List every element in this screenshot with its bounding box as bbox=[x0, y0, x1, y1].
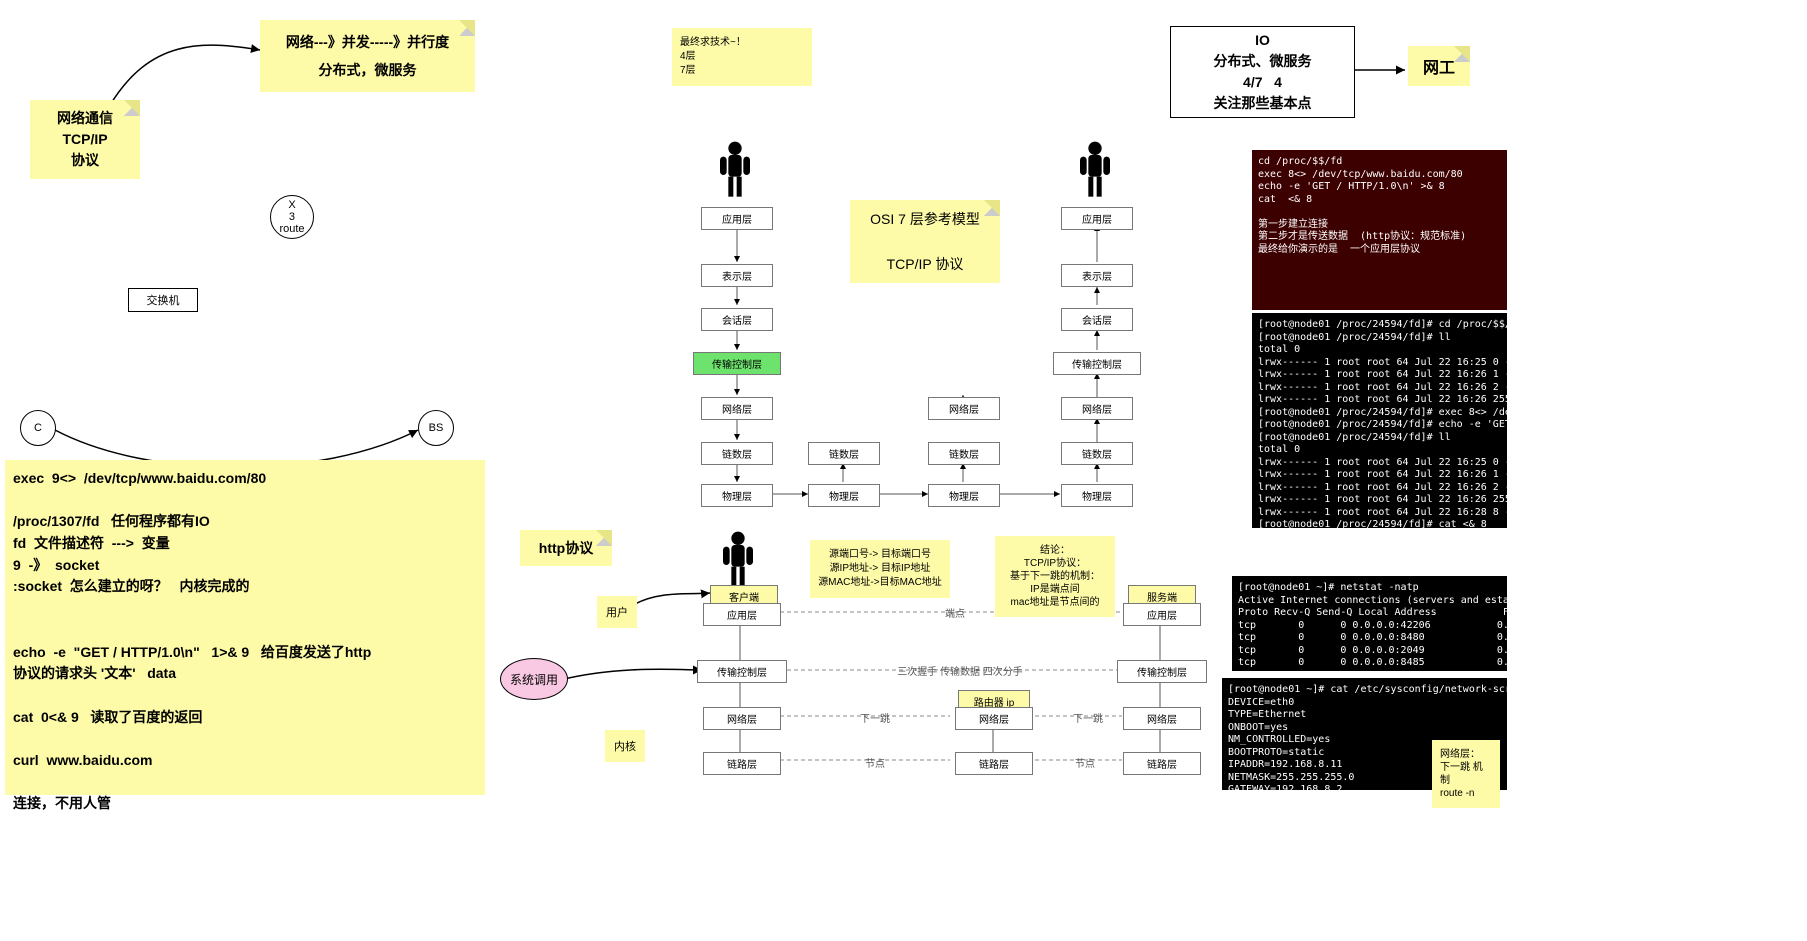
layer-pres-l[interactable]: 表示层 bbox=[701, 264, 773, 287]
note-netengineer[interactable]: 网工 bbox=[1408, 46, 1470, 86]
layer-app-l[interactable]: 应用层 bbox=[701, 207, 773, 230]
lbl-3hand: 三次握手 传输数据 四次分手 bbox=[870, 663, 1050, 678]
layer-net-m[interactable]: 网络层 bbox=[928, 397, 1000, 420]
layer-trans-r[interactable]: 传输控制层 bbox=[1053, 352, 1141, 375]
node-route[interactable]: X 3 route bbox=[270, 195, 314, 239]
layer-link-m2[interactable]: 链数层 bbox=[928, 442, 1000, 465]
layer-pres-r[interactable]: 表示层 bbox=[1061, 264, 1133, 287]
note-srcdst[interactable]: 源端口号-> 目标端口号 源IP地址-> 目标IP地址 源MAC地址->目标MA… bbox=[810, 540, 950, 598]
layer-sess-r[interactable]: 会话层 bbox=[1061, 308, 1133, 331]
layer-phys-m2[interactable]: 物理层 bbox=[928, 484, 1000, 507]
layer-link-m1[interactable]: 链数层 bbox=[808, 442, 880, 465]
cs-app-r[interactable]: 应用层 bbox=[1123, 603, 1201, 626]
node-c[interactable]: C bbox=[20, 410, 56, 446]
terminal-3[interactable]: [root@node01 ~]# netstat -natp Active In… bbox=[1232, 576, 1507, 671]
text: 分布式，微服务 bbox=[268, 56, 467, 84]
cs-net-l[interactable]: 网络层 bbox=[703, 707, 781, 730]
node-bs[interactable]: BS bbox=[418, 410, 454, 446]
lbl-nexthop-r: 下一跳 bbox=[1058, 710, 1118, 725]
cs-net-m[interactable]: 网络层 bbox=[955, 707, 1033, 730]
layer-phys-m1[interactable]: 物理层 bbox=[808, 484, 880, 507]
note-net-parallel[interactable]: 网络---》并发-----》并行度 分布式，微服务 bbox=[260, 20, 475, 92]
terminal-2[interactable]: [root@node01 /proc/24594/fd]# cd /proc/$… bbox=[1252, 313, 1507, 528]
note-conclusion[interactable]: 结论： TCP/IP协议： 基于下一跳的机制： IP是端点间 mac地址是节点间… bbox=[995, 536, 1115, 617]
layer-trans-l[interactable]: 传输控制层 bbox=[693, 352, 781, 375]
node-switch[interactable]: 交换机 bbox=[128, 288, 198, 312]
note-osi[interactable]: OSI 7 层参考模型 TCP/IP 协议 bbox=[850, 200, 1000, 283]
person-icon bbox=[715, 140, 755, 203]
note-user[interactable]: 用户 bbox=[597, 596, 637, 628]
layer-link-l[interactable]: 链数层 bbox=[701, 442, 773, 465]
cs-link-l[interactable]: 链路层 bbox=[703, 752, 781, 775]
box-io[interactable]: IO 分布式、微服务 4/7 4 关注那些基本点 bbox=[1170, 26, 1355, 118]
lbl-node-l: 节点 bbox=[855, 755, 895, 770]
terminal-1[interactable]: cd /proc/$$/fd exec 8<> /dev/tcp/www.bai… bbox=[1252, 150, 1507, 310]
cs-link-m[interactable]: 链路层 bbox=[955, 752, 1033, 775]
lbl-node-r: 节点 bbox=[1065, 755, 1105, 770]
note-tcpip[interactable]: 网络通信 TCP/IP 协议 bbox=[30, 100, 140, 179]
layer-phys-l[interactable]: 物理层 bbox=[701, 484, 773, 507]
cs-net-r[interactable]: 网络层 bbox=[1123, 707, 1201, 730]
person-icon bbox=[718, 530, 758, 593]
person-icon bbox=[1075, 140, 1115, 203]
layer-net-r[interactable]: 网络层 bbox=[1061, 397, 1133, 420]
layer-link-r[interactable]: 链数层 bbox=[1061, 442, 1133, 465]
cs-trans-r[interactable]: 传输控制层 bbox=[1117, 660, 1207, 683]
note-shell-walkthrough[interactable]: exec 9<> /dev/tcp/www.baidu.com/80 /proc… bbox=[5, 460, 485, 795]
note-http[interactable]: http协议 bbox=[520, 530, 612, 566]
text: 网络---》并发-----》并行度 bbox=[268, 28, 467, 56]
cs-trans-l[interactable]: 传输控制层 bbox=[697, 660, 787, 683]
note-netlayer-route[interactable]: 网络层： 下一跳 机制 route -n bbox=[1432, 740, 1500, 808]
node-syscall[interactable]: 系统调用 bbox=[500, 658, 568, 700]
diagram-canvas: 网络通信 TCP/IP 协议 网络---》并发-----》并行度 分布式，微服务… bbox=[0, 0, 1807, 941]
layer-app-r[interactable]: 应用层 bbox=[1061, 207, 1133, 230]
layer-phys-r[interactable]: 物理层 bbox=[1061, 484, 1133, 507]
note-kernel[interactable]: 内核 bbox=[605, 730, 645, 762]
lbl-nexthop-l: 下一跳 bbox=[845, 710, 905, 725]
lbl-endpoint: 端点 bbox=[930, 605, 980, 620]
note-final-tech[interactable]: 最终求技术~！ 4层 7层 bbox=[672, 28, 812, 86]
cs-app-l[interactable]: 应用层 bbox=[703, 603, 781, 626]
layer-net-l[interactable]: 网络层 bbox=[701, 397, 773, 420]
cs-link-r[interactable]: 链路层 bbox=[1123, 752, 1201, 775]
layer-sess-l[interactable]: 会话层 bbox=[701, 308, 773, 331]
